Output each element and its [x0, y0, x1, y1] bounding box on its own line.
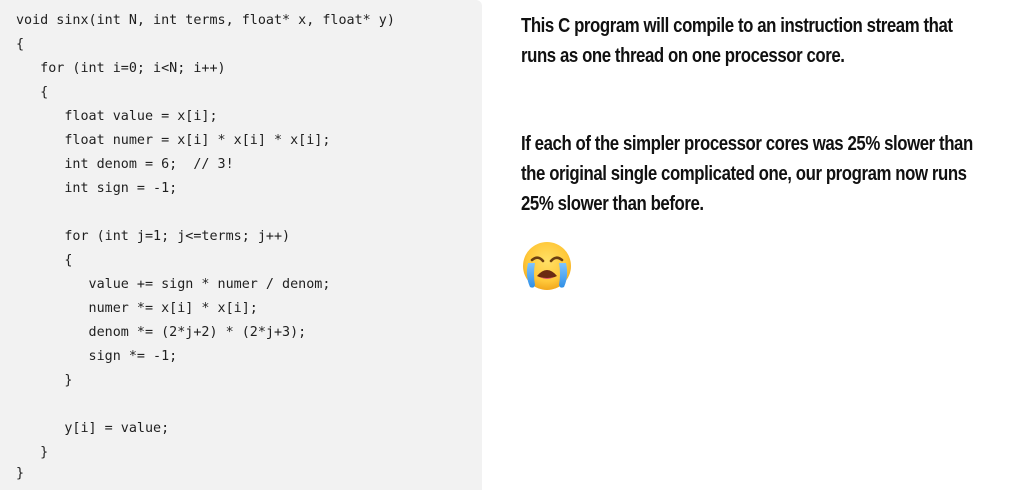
code-line: void sinx(int N, int terms, float* x, fl… — [16, 13, 395, 28]
paragraph-text: This C program will compile to an instru… — [521, 15, 953, 67]
code-line: int denom = 6; // 3! — [16, 157, 234, 172]
text-paragraph-2: If each of the simpler processor cores w… — [521, 129, 991, 219]
code-line: float numer = x[i] * x[i] * x[i]; — [16, 133, 331, 148]
code-line: float value = x[i]; — [16, 109, 218, 124]
code-line: y[i] = value; — [16, 421, 170, 436]
loudly-crying-face-icon — [521, 240, 573, 292]
code-line: { — [16, 85, 49, 100]
slide: void sinx(int N, int terms, float* x, fl… — [0, 0, 1027, 490]
code-line: value += sign * numer / denom; — [16, 277, 331, 292]
code-line: int sign = -1; — [16, 181, 178, 196]
code-line: denom *= (2*j+2) * (2*j+3); — [16, 325, 307, 340]
code-line: } — [16, 373, 73, 388]
code-line: { — [16, 37, 25, 52]
paragraph-text: If each of the simpler processor cores w… — [521, 133, 973, 215]
code-line: for (int i=0; i<N; i++) — [16, 61, 226, 76]
code-line: sign *= -1; — [16, 349, 178, 364]
code-panel: void sinx(int N, int terms, float* x, fl… — [0, 0, 482, 490]
code-line: numer *= x[i] * x[i]; — [16, 301, 258, 316]
text-paragraph-1: This C program will compile to an instru… — [521, 11, 991, 71]
code-line: for (int j=1; j<=terms; j++) — [16, 229, 291, 244]
code-line: { — [16, 253, 73, 268]
code-line: } — [16, 445, 49, 460]
code-line: } — [16, 466, 25, 481]
